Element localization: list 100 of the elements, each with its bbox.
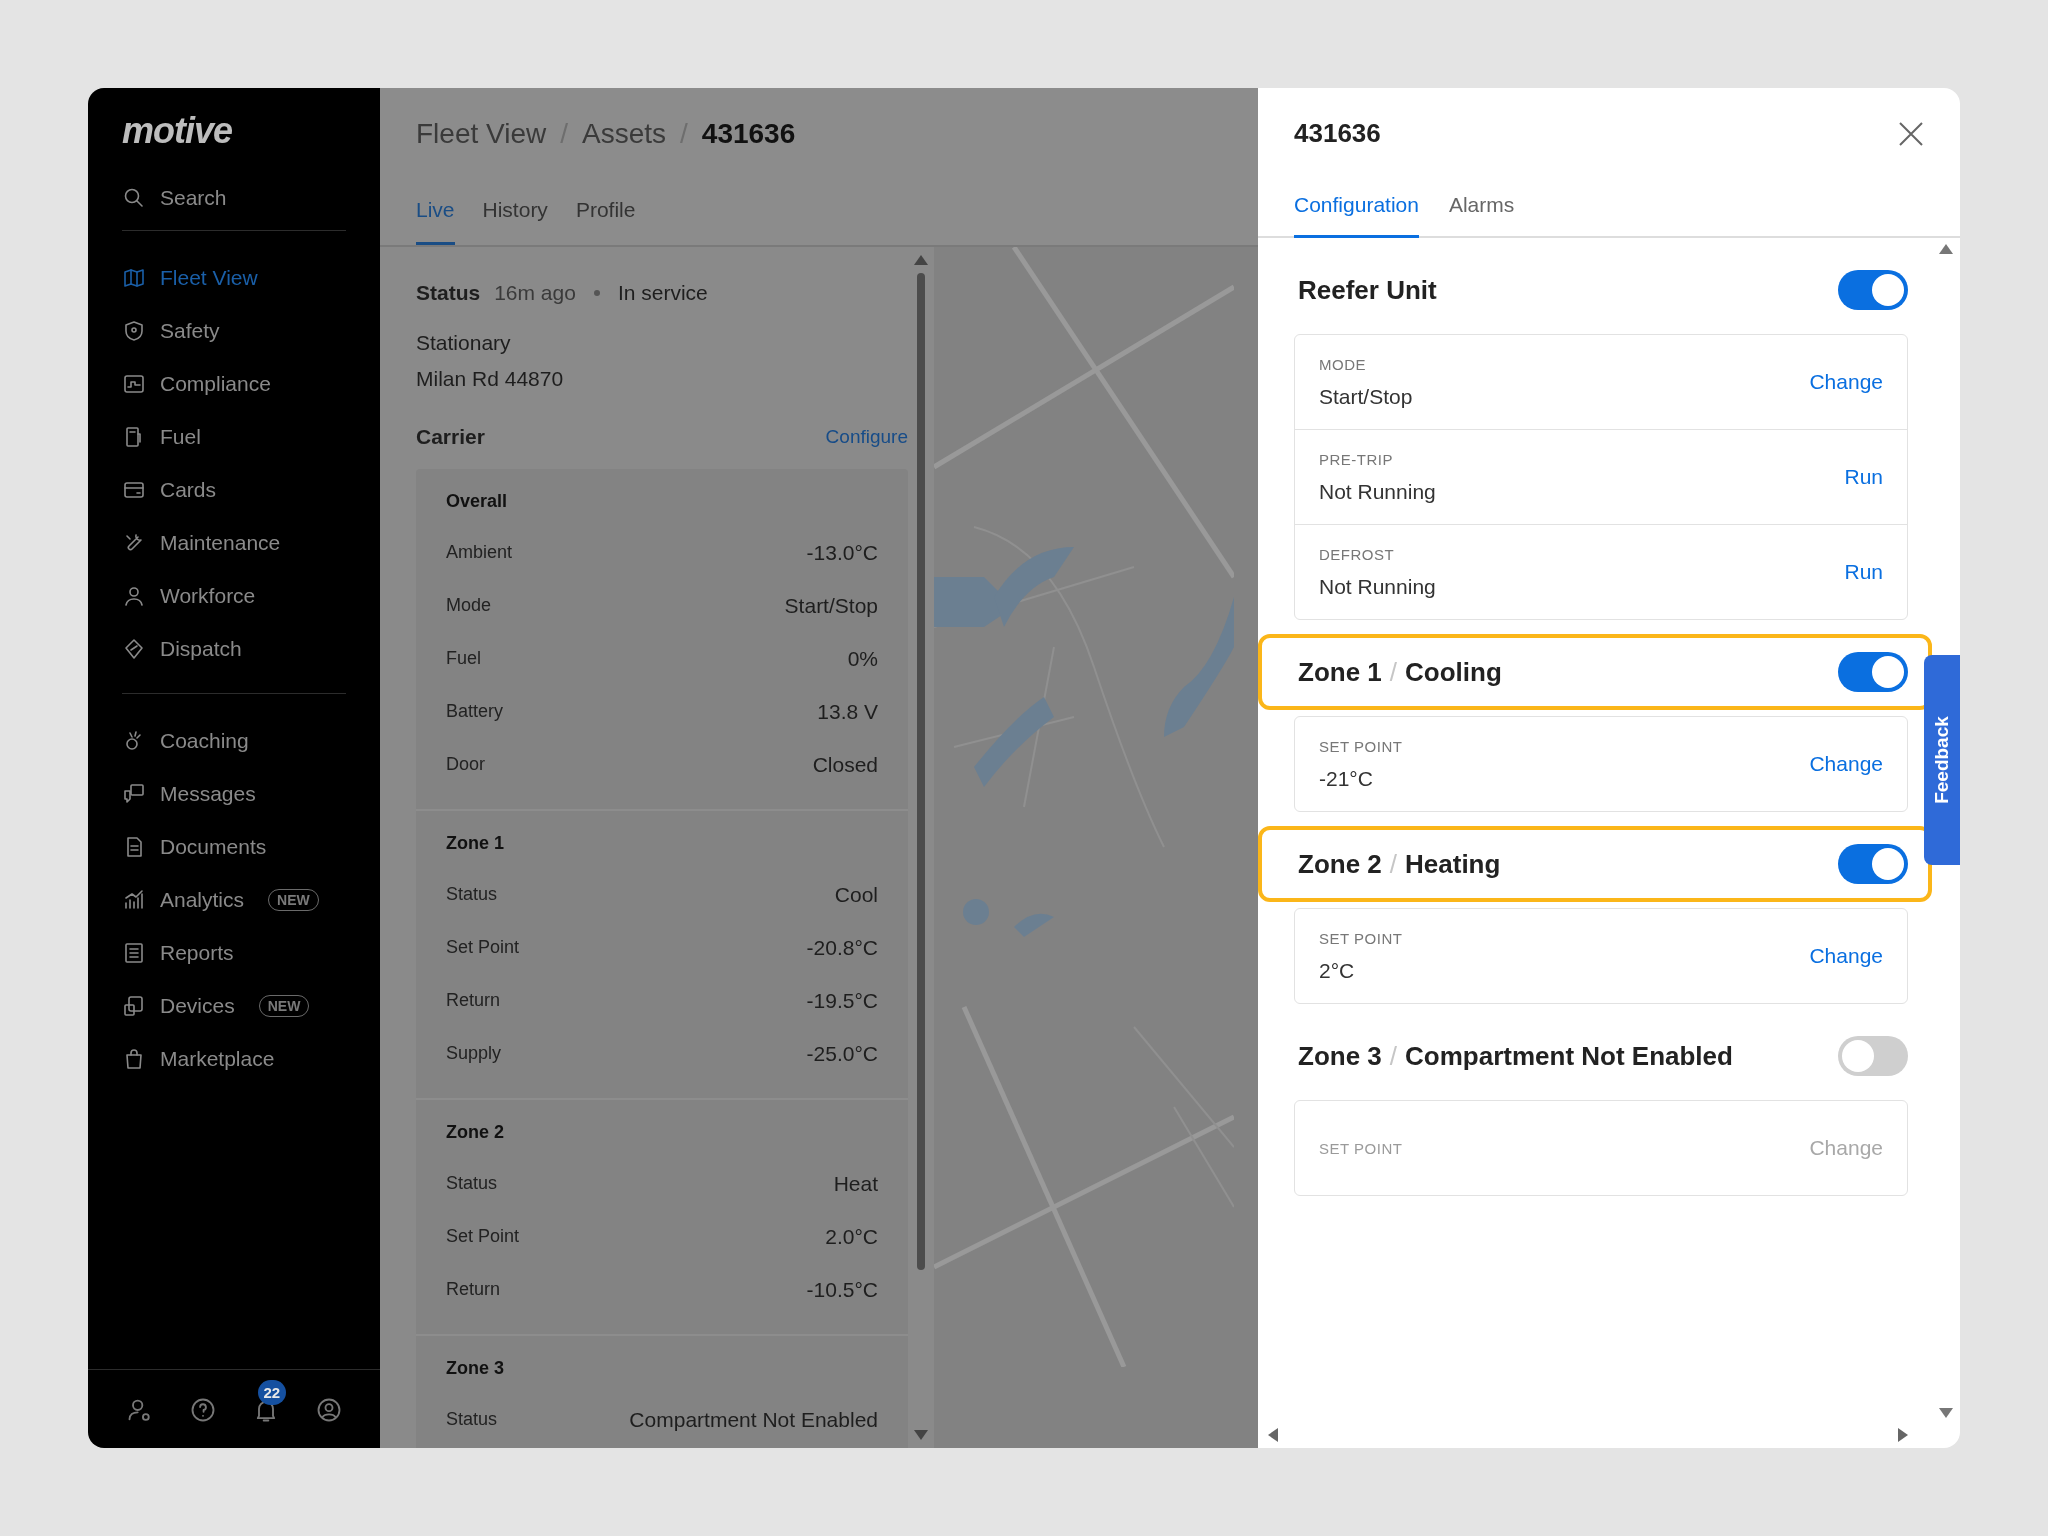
- field-value: Start/Stop: [1319, 384, 1413, 409]
- scroll-down-arrow-icon[interactable]: [1939, 1408, 1953, 1418]
- status-time: 16m ago: [494, 281, 576, 305]
- toggle-switch[interactable]: [1838, 652, 1908, 692]
- tab[interactable]: Alarms: [1448, 193, 1515, 238]
- field-label: Supply: [446, 1043, 502, 1064]
- field-value: 2.0°C: [825, 1224, 878, 1249]
- field-label: Status: [446, 1409, 498, 1430]
- tag-icon: [122, 636, 146, 661]
- field-label: SET POINT: [1319, 929, 1403, 947]
- field-label: Set Point: [446, 937, 520, 958]
- action-link[interactable]: Change: [1809, 752, 1883, 776]
- field-value: 13.8 V: [817, 699, 878, 724]
- field-label: DEFROST: [1319, 545, 1396, 563]
- field-label: PRE-TRIP: [1319, 450, 1394, 468]
- action-link[interactable]: Change: [1809, 370, 1883, 394]
- feedback-tab[interactable]: Feedback: [1924, 655, 1960, 865]
- field-label: Status: [446, 884, 498, 905]
- chat-bubbles-icon: [122, 781, 146, 806]
- scroll-up-arrow-icon[interactable]: [914, 255, 928, 265]
- toggle-switch[interactable]: [1838, 1036, 1908, 1076]
- nav-item[interactable]: Compliance: [88, 357, 380, 410]
- field-value: -25.0°C: [806, 1041, 878, 1066]
- scrollbar-thumb[interactable]: [917, 273, 925, 1270]
- nav-item[interactable]: Devices NEW: [119, 979, 346, 1032]
- field-label: SET POINT: [1319, 1139, 1403, 1157]
- section-title: Carrier: [416, 425, 485, 449]
- field-label: Battery: [446, 701, 504, 722]
- section-heading: Reefer Unit: [1298, 274, 1437, 306]
- status-state: In service: [617, 281, 708, 305]
- section-heading: Zone 1 / Cooling: [1298, 656, 1502, 688]
- status-label: Status: [416, 281, 481, 305]
- section-heading: Zone 2 / Heating: [1298, 848, 1501, 880]
- toggle-switch[interactable]: [1838, 844, 1908, 884]
- scroll-right-arrow-icon[interactable]: [1898, 1428, 1908, 1442]
- nav-item[interactable]: Documents: [119, 820, 346, 873]
- shield-icon: [122, 318, 146, 343]
- field-label: Mode: [446, 595, 492, 616]
- notification-badge: 22: [257, 1380, 287, 1405]
- tab[interactable]: History: [482, 198, 548, 245]
- location-text: Milan Rd 44870: [416, 367, 565, 391]
- field-value: Cool: [834, 882, 878, 907]
- section-heading: Zone 1: [446, 833, 505, 854]
- nav-item[interactable]: Cards: [88, 463, 380, 516]
- nav-item[interactable]: Reports: [119, 926, 346, 979]
- nav-item[interactable]: Maintenance: [88, 516, 380, 569]
- field-value: Heat: [833, 1171, 878, 1196]
- field-value: 0%: [847, 646, 878, 671]
- field-value: -20.8°C: [806, 935, 878, 960]
- breadcrumb-item[interactable]: Assets: [582, 118, 667, 150]
- section-heading: Overall: [446, 491, 509, 512]
- nav-item[interactable]: Safety: [88, 304, 380, 357]
- action-link[interactable]: Change: [1809, 944, 1883, 968]
- field-value: Not Running: [1319, 574, 1436, 599]
- breadcrumb-item[interactable]: Fleet View: [416, 118, 547, 150]
- field-value: -10.5°C: [806, 1277, 878, 1302]
- list-icon: [122, 940, 146, 965]
- logo-text: motive: [121, 109, 234, 153]
- field-label: Return: [446, 1279, 501, 1300]
- nav-item[interactable]: Messages: [119, 767, 346, 820]
- nav-item[interactable]: Analytics NEW: [119, 873, 346, 926]
- close-button[interactable]: [1898, 120, 1924, 147]
- field-label: MODE: [1319, 355, 1367, 373]
- nav-item[interactable]: Marketplace: [119, 1032, 346, 1085]
- nav-item[interactable]: Coaching: [119, 714, 346, 767]
- action-link[interactable]: Run: [1844, 465, 1883, 489]
- nav-item[interactable]: Fuel: [88, 410, 380, 463]
- field-label: Fuel: [446, 648, 481, 669]
- field-value: Compartment Not Enabled: [629, 1407, 878, 1432]
- field-label: SET POINT: [1319, 737, 1403, 755]
- search-icon: [122, 186, 146, 210]
- tab[interactable]: Profile: [575, 198, 636, 245]
- toggle-switch[interactable]: [1838, 270, 1908, 310]
- analytics-icon: [122, 887, 146, 912]
- scroll-down-arrow-icon[interactable]: [914, 1430, 928, 1440]
- scroll-up-arrow-icon[interactable]: [1939, 244, 1953, 254]
- field-label: Ambient: [446, 542, 513, 563]
- field-value: Not Running: [1319, 479, 1436, 504]
- scroll-left-arrow-icon[interactable]: [1268, 1428, 1278, 1442]
- drawer-title: 431636: [1294, 118, 1381, 149]
- nav-item[interactable]: Workforce: [88, 569, 380, 622]
- field-value: -21°C: [1319, 766, 1374, 791]
- field-value: -19.5°C: [806, 988, 878, 1013]
- field-label: Status: [446, 1173, 498, 1194]
- section-heading: Zone 3: [446, 1358, 505, 1379]
- field-label: Door: [446, 754, 485, 775]
- breadcrumb-item: 431636: [701, 118, 796, 150]
- field-value: 2°C: [1319, 958, 1356, 983]
- section-heading: Zone 2: [446, 1122, 505, 1143]
- tab[interactable]: Configuration: [1294, 193, 1419, 238]
- field-label: Set Point: [446, 1226, 520, 1247]
- search-button[interactable]: Search: [122, 186, 346, 231]
- section-heading: Zone 3 / Compartment Not Enabled: [1298, 1040, 1733, 1072]
- motion-state: Stationary: [416, 331, 512, 355]
- action-link[interactable]: Run: [1844, 560, 1883, 584]
- field-value: Closed: [812, 752, 878, 777]
- device-icon: [122, 993, 146, 1018]
- nav-item[interactable]: Dispatch: [88, 622, 380, 675]
- field-value: Start/Stop: [784, 593, 878, 618]
- breadcrumb-separator: /: [680, 118, 688, 150]
